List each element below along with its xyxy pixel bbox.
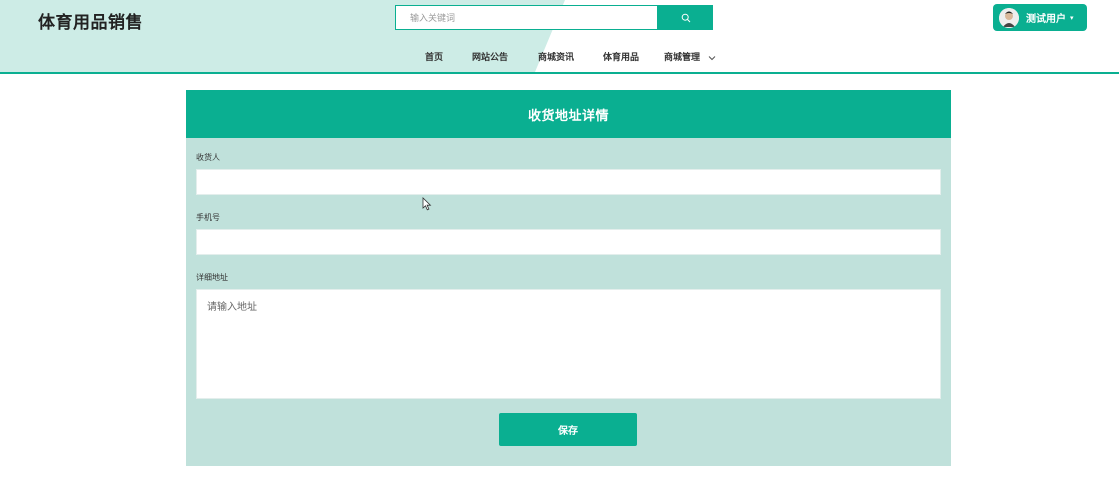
search-input[interactable] <box>396 7 657 31</box>
site-header: 体育用品销售 测试用户 ▾ 首页 网站公告 商城资讯 体育用品 商城管理 <box>0 0 1119 74</box>
header-divider <box>0 72 1119 74</box>
recipient-input[interactable] <box>196 169 941 195</box>
recipient-label: 收货人 <box>196 153 220 162</box>
chevron-down-icon <box>708 55 716 60</box>
nav-item-sports-goods[interactable]: 体育用品 <box>603 50 639 66</box>
nav-item-news[interactable]: 商城资讯 <box>538 50 574 66</box>
site-title: 体育用品销售 <box>38 13 143 33</box>
user-name: 测试用户 <box>1026 14 1066 25</box>
search-box <box>395 5 658 31</box>
main-nav: 首页 网站公告 商城资讯 体育用品 商城管理 <box>0 50 1119 66</box>
user-menu-button[interactable]: 测试用户 ▾ <box>993 4 1087 31</box>
mouse-cursor-icon <box>422 197 432 211</box>
phone-label: 手机号 <box>196 213 220 222</box>
search-icon <box>681 13 690 22</box>
nav-item-announcements[interactable]: 网站公告 <box>472 50 508 66</box>
nav-item-mall-management-label: 商城管理 <box>664 53 701 63</box>
card-header: 收货地址详情 <box>186 90 951 138</box>
card-title: 收货地址详情 <box>527 108 609 124</box>
chevron-down-icon: ▾ <box>1070 13 1074 22</box>
address-detail-card: 收货地址详情 收货人 手机号 详细地址 保存 <box>186 90 951 466</box>
search-button[interactable] <box>658 5 713 30</box>
address-textarea[interactable] <box>196 289 941 399</box>
nav-item-mall-management[interactable]: 商城管理 <box>664 50 716 66</box>
avatar-icon <box>999 7 1019 28</box>
phone-input[interactable] <box>196 229 941 255</box>
save-button[interactable]: 保存 <box>499 413 637 446</box>
address-label: 详细地址 <box>196 273 228 282</box>
nav-item-home[interactable]: 首页 <box>425 50 443 66</box>
